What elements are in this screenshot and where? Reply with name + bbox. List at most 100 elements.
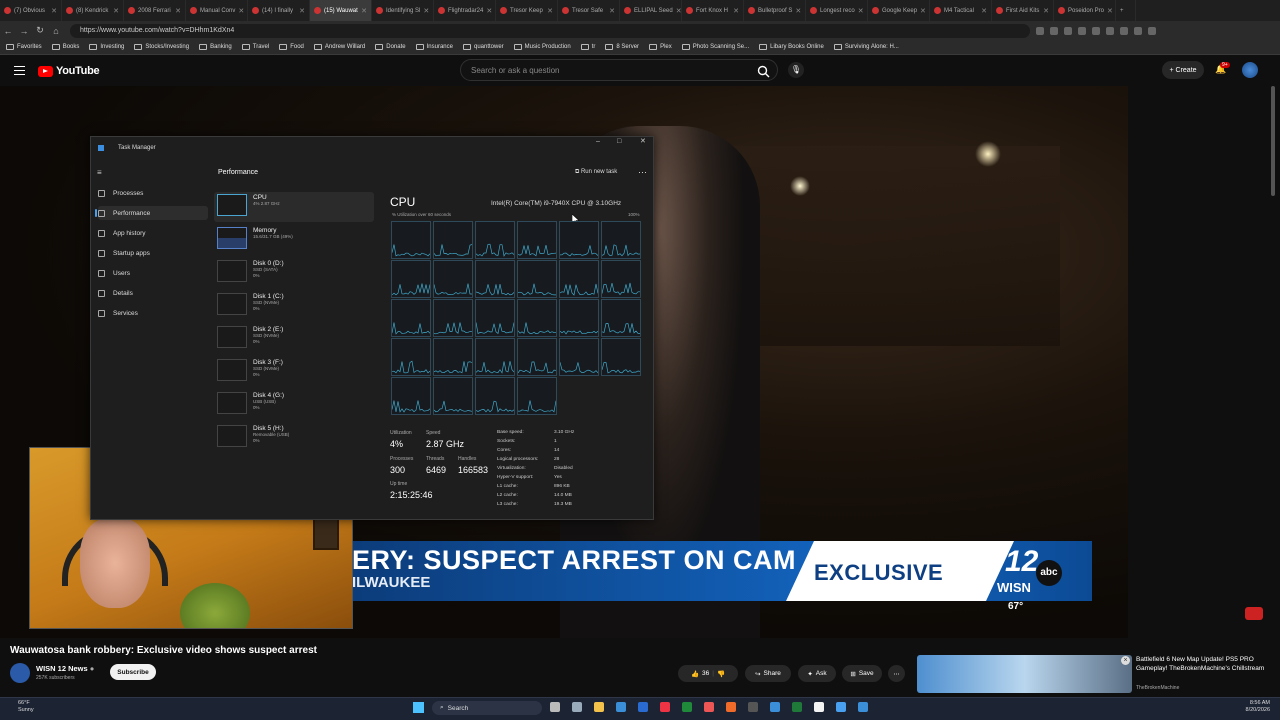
bookmark-item[interactable]: Music Production xyxy=(513,44,571,50)
extension-icon[interactable] xyxy=(1120,26,1128,35)
copilot-icon[interactable] xyxy=(550,702,560,712)
bookmark-item[interactable]: Surviving Alone: H... xyxy=(833,44,899,50)
recommended-title[interactable]: Battlefield 6 New Map Update! PS5 PRO Ga… xyxy=(1136,655,1276,673)
profile-icon[interactable] xyxy=(1134,26,1142,35)
edge-icon[interactable] xyxy=(638,702,648,712)
star-icon[interactable] xyxy=(1036,26,1044,35)
channel-name[interactable]: WISN 12 News ● xyxy=(36,664,94,673)
maximize-icon[interactable]: □ xyxy=(617,138,621,145)
app-icon[interactable] xyxy=(858,702,868,712)
like-dislike-button[interactable]: 👍 36 | 👎 xyxy=(678,665,738,682)
close-tab-icon[interactable]: ✕ xyxy=(486,7,492,15)
recommended-channel[interactable]: TheBrokenMachine xyxy=(1136,685,1179,691)
more-actions-icon[interactable]: ⋯ xyxy=(888,665,905,682)
more-icon[interactable]: ⋯ xyxy=(638,167,647,178)
youtube-watermark-icon[interactable] xyxy=(1245,607,1263,620)
extension-icon[interactable] xyxy=(1050,26,1058,35)
browser-tab[interactable]: Bulletproof S ✕ xyxy=(744,0,806,21)
save-button[interactable]: ⊞ Save xyxy=(842,665,882,682)
browser-tab[interactable]: ELLIPAL Seed ✕ xyxy=(620,0,682,21)
xbox-icon[interactable] xyxy=(748,702,758,712)
extension-icon[interactable] xyxy=(1064,26,1072,35)
device-item[interactable]: Disk 5 (H:) Removable (USB) 0% xyxy=(214,423,374,453)
bookmark-item[interactable]: Donate xyxy=(375,44,406,50)
mic-icon[interactable]: 🎙 xyxy=(788,62,804,78)
browser-tab[interactable]: (14) I finally ✕ xyxy=(248,0,310,21)
browser-tab[interactable]: Manual Conv ✕ xyxy=(186,0,248,21)
close-tab-icon[interactable]: ✕ xyxy=(299,7,305,15)
hamburger-icon[interactable]: ≡ xyxy=(97,168,102,177)
menu-icon[interactable] xyxy=(1148,26,1156,35)
search-input[interactable]: Search or ask a question xyxy=(460,59,778,81)
app-icon[interactable] xyxy=(792,702,802,712)
new-tab-icon[interactable]: + xyxy=(1116,0,1136,21)
bookmark-item[interactable]: tr xyxy=(580,44,595,50)
close-tab-icon[interactable]: ✕ xyxy=(609,7,615,15)
back-icon[interactable]: ← xyxy=(0,26,16,36)
app-icon[interactable] xyxy=(770,702,780,712)
nav-item-services[interactable]: Services xyxy=(98,306,208,320)
extension-icon[interactable] xyxy=(1078,26,1086,35)
forward-icon[interactable]: → xyxy=(16,26,32,36)
browser-tab[interactable]: Poseidon Pro ✕ xyxy=(1054,0,1116,21)
close-tab-icon[interactable]: ✕ xyxy=(113,7,119,15)
nav-item-startup-apps[interactable]: Startup apps xyxy=(98,246,208,260)
weather-widget[interactable]: 66°F Sunny xyxy=(18,700,34,714)
bookmark-item[interactable]: Food xyxy=(279,44,304,50)
app-icon[interactable] xyxy=(814,702,824,712)
nav-item-performance[interactable]: Performance xyxy=(95,206,208,220)
minimize-icon[interactable]: – xyxy=(596,138,600,145)
device-item[interactable]: Memory 15.6/31.7 GB (49%) xyxy=(214,225,374,255)
close-tab-icon[interactable]: ✕ xyxy=(858,7,864,15)
nav-item-processes[interactable]: Processes xyxy=(98,186,208,200)
recommended-thumbnail[interactable] xyxy=(917,655,1132,693)
browser-tab[interactable]: First Aid Kits ✕ xyxy=(992,0,1054,21)
bookmark-item[interactable]: Insurance xyxy=(415,44,453,50)
close-tab-icon[interactable]: ✕ xyxy=(981,7,987,15)
bookmark-item[interactable]: Plex xyxy=(649,44,672,50)
share-button[interactable]: ↪ Share xyxy=(745,665,791,682)
close-tab-icon[interactable]: ✕ xyxy=(1107,7,1113,15)
browser-tab[interactable]: 2008 Ferrari ✕ xyxy=(124,0,186,21)
nav-item-details[interactable]: Details xyxy=(98,286,208,300)
bookmark-item[interactable]: Books xyxy=(51,44,79,50)
bookmark-item[interactable]: Favorites xyxy=(6,44,42,50)
bookmark-item[interactable]: Travel xyxy=(241,44,269,50)
close-icon[interactable]: ✕ xyxy=(640,137,646,145)
chrome-icon[interactable] xyxy=(660,702,670,712)
browser-tab[interactable]: (15) Wauwat ✕ xyxy=(310,0,372,21)
device-item[interactable]: Disk 3 (F:) SSD (NVMe) 0% xyxy=(214,357,374,387)
browser-tab[interactable]: Flightradar24 ✕ xyxy=(434,0,496,21)
device-item[interactable]: CPU 4% 2.87 GHz xyxy=(214,192,374,222)
app-icon[interactable] xyxy=(836,702,846,712)
close-tab-icon[interactable]: ✕ xyxy=(423,7,429,15)
browser-tab[interactable]: Google Keep ✕ xyxy=(868,0,930,21)
bookmark-item[interactable]: Stocks/Investing xyxy=(134,44,189,50)
browser-tab[interactable]: Fort Knox H ✕ xyxy=(682,0,744,21)
close-tab-icon[interactable]: ✕ xyxy=(1043,7,1049,15)
firefox-icon[interactable] xyxy=(704,702,714,712)
extension-icon[interactable] xyxy=(1092,26,1100,35)
browser-tab[interactable]: (7) Obvious ✕ xyxy=(0,0,62,21)
youtube-logo[interactable]: YouTube xyxy=(38,65,100,77)
windows-start-icon[interactable] xyxy=(413,702,424,713)
spotify-icon[interactable] xyxy=(682,702,692,712)
device-item[interactable]: Disk 2 (E:) SSD (NVMe) 0% xyxy=(214,324,374,354)
browser-tab[interactable]: Longest reco ✕ xyxy=(806,0,868,21)
system-clock[interactable]: 8:56 AM 8/20/2026 xyxy=(1234,700,1270,714)
ask-button[interactable]: ✦ Ask xyxy=(798,665,836,682)
home-icon[interactable]: ⌂ xyxy=(48,26,64,36)
extension-icon[interactable] xyxy=(1106,26,1114,35)
task-view-icon[interactable] xyxy=(572,702,582,712)
nav-item-app-history[interactable]: App history xyxy=(98,226,208,240)
browser-tab[interactable]: Tresor Keep ✕ xyxy=(496,0,558,21)
close-tab-icon[interactable]: ✕ xyxy=(733,7,739,15)
scrollbar[interactable] xyxy=(1271,86,1275,196)
create-button[interactable]: + Create xyxy=(1162,61,1204,79)
bookmark-item[interactable]: quanttower xyxy=(462,44,504,50)
menu-icon[interactable] xyxy=(14,66,25,75)
file-explorer-icon[interactable] xyxy=(594,702,604,712)
channel-avatar[interactable] xyxy=(10,663,30,683)
subscribe-button[interactable]: Subscribe xyxy=(110,664,156,680)
run-new-task-button[interactable]: ⧉ Run new task xyxy=(575,169,617,176)
